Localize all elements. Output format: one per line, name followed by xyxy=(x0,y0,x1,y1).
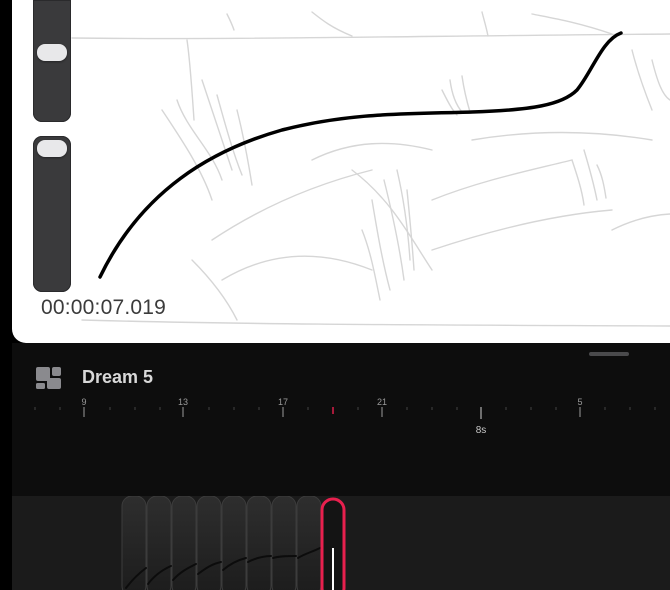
playhead-time-label: 8s xyxy=(476,425,487,436)
brush-size-slider[interactable] xyxy=(33,0,71,122)
panel-grabber[interactable] xyxy=(589,352,629,356)
timeline-panel: Dream 5 9 13 17 21 5 8s xyxy=(12,343,670,590)
frame-thumbnail[interactable] xyxy=(271,496,297,590)
brush-opacity-slider[interactable] xyxy=(33,136,71,292)
project-title: Dream 5 xyxy=(82,367,154,387)
brush-opacity-thumb[interactable] xyxy=(37,140,67,157)
time-readout: 00:00:07.019 xyxy=(41,296,167,319)
ruler-label: 5 xyxy=(577,397,582,407)
frame-thumbnail[interactable] xyxy=(121,496,147,590)
layout-icon[interactable] xyxy=(36,367,62,389)
frame-thumbnail[interactable] xyxy=(171,496,197,590)
reference-sketch xyxy=(71,11,670,327)
frame-thumbnail[interactable] xyxy=(296,496,322,590)
ruler-label: 9 xyxy=(81,397,86,407)
frame-strip[interactable] xyxy=(12,496,670,590)
ruler-label: 13 xyxy=(178,397,188,407)
drawing-canvas[interactable]: 00:00:07.019 xyxy=(12,0,670,343)
frame-thumbnail[interactable] xyxy=(246,496,272,590)
frame-thumbnail[interactable] xyxy=(221,496,247,590)
ruler-label: 17 xyxy=(278,397,288,407)
brush-size-thumb[interactable] xyxy=(37,44,67,61)
frame-thumbnail[interactable] xyxy=(196,496,222,590)
frame-ruler[interactable]: 9 13 17 21 5 8s xyxy=(12,393,670,441)
frame-thumbnail[interactable] xyxy=(146,496,172,590)
ruler-label: 21 xyxy=(377,397,387,407)
frame-track[interactable] xyxy=(12,496,670,590)
